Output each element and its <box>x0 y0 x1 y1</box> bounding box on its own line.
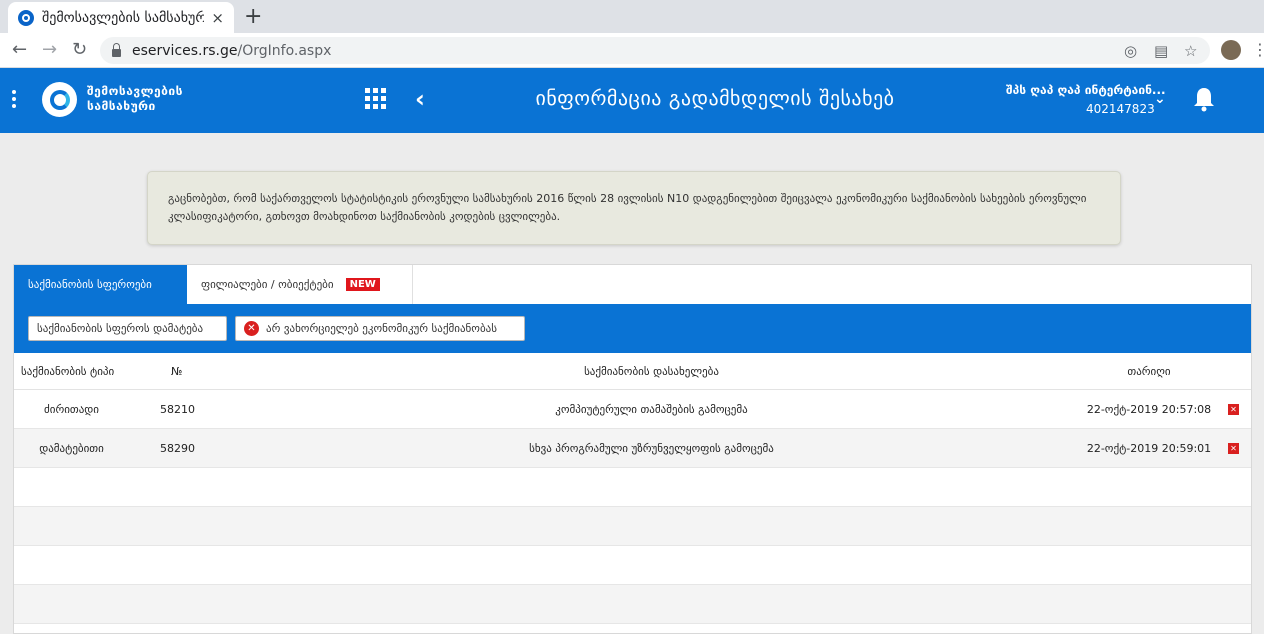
panel-tabs: საქმიანობის სფეროები ფილიალები / ობიექტე… <box>14 265 1251 304</box>
new-tab-button[interactable]: + <box>244 4 262 29</box>
tab-title: შემოსავლების სამსახურ <box>42 9 204 26</box>
no-activity-label: არ ვახორციელებ ეკონომიკურ საქმიანობას <box>266 322 497 335</box>
bookmark-star-icon[interactable]: ☆ <box>1184 42 1197 60</box>
header-type[interactable]: საქმიანობის ტიპი <box>21 353 114 389</box>
profile-avatar[interactable] <box>1221 40 1241 60</box>
no-activity-button[interactable]: ✕ არ ვახორციელებ ეკონომიკურ საქმიანობას <box>235 316 525 341</box>
lock-icon <box>112 42 121 57</box>
delete-icon[interactable]: ✕ <box>1228 443 1239 454</box>
empty-row <box>14 585 1251 624</box>
logo-text: შემოსავლების სამსახური <box>87 84 183 114</box>
back-chevron-icon[interactable]: ‹ <box>415 85 425 113</box>
back-arrow-icon[interactable]: ← <box>12 39 27 60</box>
browser-menu-icon[interactable]: ⋮ <box>1252 40 1264 59</box>
notice-box: გაცნობებთ, რომ საქართველოს სტატისტიკის ე… <box>147 171 1121 245</box>
chevron-down-icon[interactable]: ⌄ <box>1154 91 1166 107</box>
location-icon[interactable]: ◎ <box>1124 42 1137 60</box>
browser-toolbar: ← → ↻ eservices.rs.ge/OrgInfo.aspx ◎ ▤ ☆… <box>0 33 1264 68</box>
reload-icon[interactable]: ↻ <box>72 39 87 60</box>
add-activity-label: საქმიანობის სფეროს დამატება <box>37 322 204 335</box>
table-row: ძირითადი 58210 კომპიუტერული თამაშების გა… <box>14 390 1251 429</box>
side-menu-icon[interactable] <box>12 90 16 111</box>
rs-logo-icon[interactable] <box>42 82 77 117</box>
logo-line1: შემოსავლების <box>87 84 184 98</box>
row-date: 22-ოქტ-2019 20:57:08 <box>1086 402 1212 416</box>
tab-branches-label: ფილიალები / ობიექტები <box>201 278 334 291</box>
header-name[interactable]: საქმიანობის დასახელება <box>414 353 889 389</box>
row-date: 22-ოქტ-2019 20:59:01 <box>1086 441 1212 455</box>
row-num: 58290 <box>160 441 195 455</box>
address-bar[interactable]: eservices.rs.ge/OrgInfo.aspx ◎ ▤ ☆ <box>100 37 1210 64</box>
empty-row <box>14 546 1251 585</box>
row-type: ძირითადი <box>44 402 99 416</box>
row-name: კომპიუტერული თამაშების გამოცემა <box>555 402 748 416</box>
page-title: ინფორმაცია გადამხდელის შესახებ <box>535 86 895 110</box>
row-num: 58210 <box>160 402 195 416</box>
user-name[interactable]: შპს ღაპ ღაპ ინტერტაინ... <box>1006 83 1166 97</box>
table-header: საქმიანობის ტიპი № საქმიანობის დასახელებ… <box>14 353 1251 390</box>
new-badge: NEW <box>345 278 380 291</box>
logo-line2: სამსახური <box>87 99 156 113</box>
apps-grid-icon[interactable] <box>365 88 386 109</box>
close-circle-icon: ✕ <box>244 321 259 336</box>
browser-tab[interactable]: შემოსავლების სამსახურ × <box>8 2 234 33</box>
site-favicon-icon <box>18 9 34 26</box>
translate-icon[interactable]: ▤ <box>1154 42 1168 60</box>
url-host: eservices.rs.ge <box>132 42 238 59</box>
forward-arrow-icon[interactable]: → <box>42 39 57 60</box>
row-name: სხვა პროგრამული უზრუნველყოფის გამოცემა <box>529 441 774 455</box>
empty-row <box>14 507 1251 546</box>
add-activity-button[interactable]: საქმიანობის სფეროს დამატება <box>28 316 227 341</box>
row-type: დამატებითი <box>39 441 104 455</box>
url-path: /OrgInfo.aspx <box>237 42 332 59</box>
app-header: შემოსავლების სამსახური ‹ ინფორმაცია გადა… <box>0 68 1264 133</box>
tab-activities[interactable]: საქმიანობის სფეროები <box>14 265 187 304</box>
tab-close-icon[interactable]: × <box>211 9 224 27</box>
url-text: eservices.rs.ge/OrgInfo.aspx <box>132 43 331 59</box>
tab-activities-label: საქმიანობის სფეროები <box>28 278 152 291</box>
delete-icon[interactable]: ✕ <box>1228 404 1239 415</box>
header-num[interactable]: № <box>171 353 182 389</box>
activities-panel: საქმიანობის სფეროები ფილიალები / ობიექტე… <box>13 264 1252 634</box>
tab-branches[interactable]: ფილიალები / ობიექტები NEW <box>187 265 413 304</box>
user-id: 402147823 <box>1086 102 1155 116</box>
header-date[interactable]: თარიღი <box>1074 353 1224 389</box>
empty-row <box>14 468 1251 507</box>
browser-tabbar: შემოსავლების სამსახურ × + <box>0 0 1264 33</box>
bell-icon[interactable] <box>1193 86 1215 112</box>
panel-toolbar: საქმიანობის სფეროს დამატება ✕ არ ვახორცი… <box>14 304 1251 353</box>
table-row: დამატებითი 58290 სხვა პროგრამული უზრუნვე… <box>14 429 1251 468</box>
